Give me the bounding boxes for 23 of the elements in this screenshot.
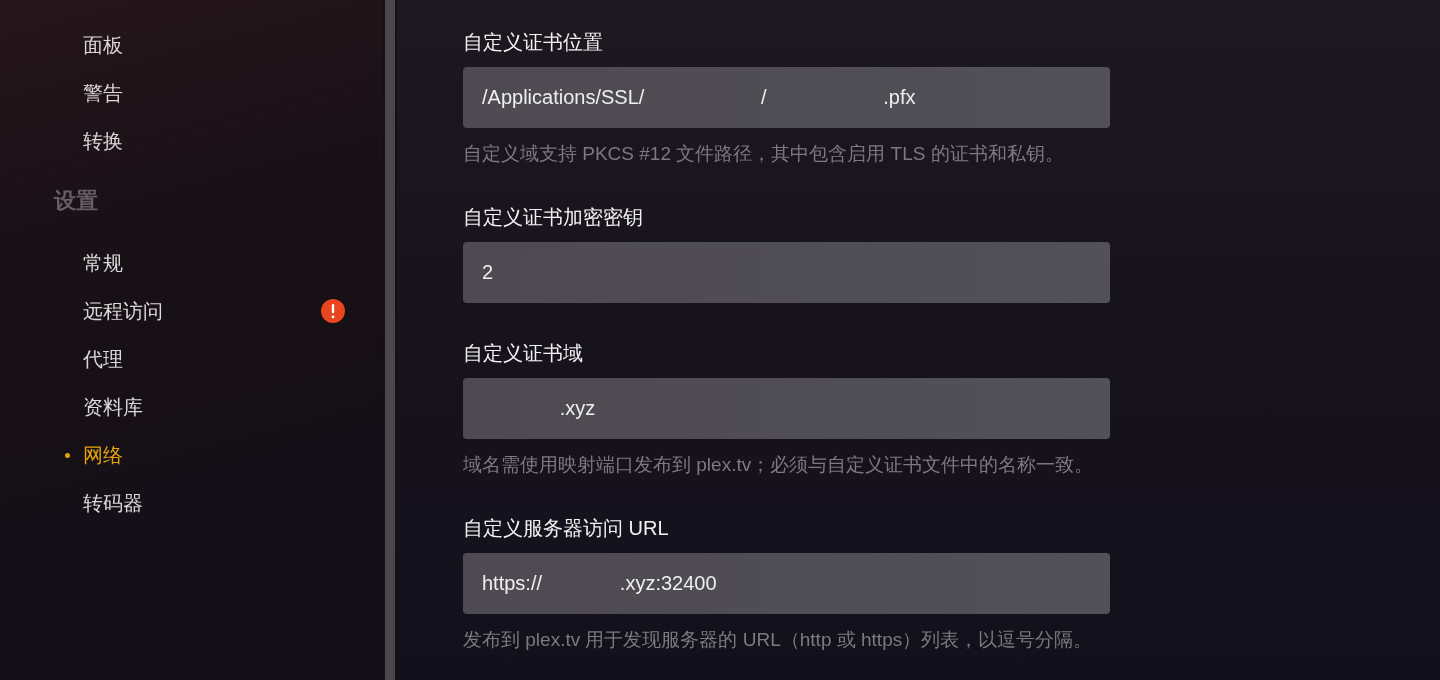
dot-icon <box>65 452 70 458</box>
field-label: 自定义服务器访问 URL <box>463 516 670 541</box>
sidebar-item[interactable]: 转码器 <box>54 479 345 527</box>
help-text: 域名需使用映射端口发布到 plex.tv；必须与自定义证书文件中的名称一致。 <box>463 453 1095 477</box>
sidebar-item[interactable]: 远程访问 <box>54 287 345 335</box>
sidebar-item[interactable]: 网络 <box>54 431 345 479</box>
scrollbar[interactable] <box>383 0 397 680</box>
field-label: 自定义证书加密密钥 <box>463 205 644 230</box>
field-label: 自定义证书域 <box>463 341 584 366</box>
text-field[interactable]: /Applications/SSL/ / .pfx <box>463 67 1110 128</box>
help-text: 自定义域支持 PKCS #12 文件路径，其中包含启用 TLS 的证书和私钥。 <box>463 142 1065 166</box>
text-field[interactable]: .xyz <box>463 378 1110 439</box>
sidebar-item[interactable]: 警告 <box>54 69 345 117</box>
sidebar-item[interactable]: 常规 <box>54 239 345 287</box>
field-label: 自定义证书位置 <box>463 30 604 55</box>
text-field[interactable]: https:// .xyz:32400 <box>463 553 1110 614</box>
text-field[interactable]: 2 <box>463 242 1110 303</box>
help-text: 发布到 plex.tv 用于发现服务器的 URL（http 或 https）列表，以逗号分隔。 <box>463 628 1094 652</box>
sidebar-item[interactable]: 代理 <box>54 335 345 383</box>
sidebar-item[interactable]: 资料库 <box>54 383 345 431</box>
section-heading: 设置 <box>54 187 99 215</box>
sidebar-item[interactable]: 面板 <box>54 21 345 69</box>
sidebar-item[interactable]: 转换 <box>54 117 345 165</box>
